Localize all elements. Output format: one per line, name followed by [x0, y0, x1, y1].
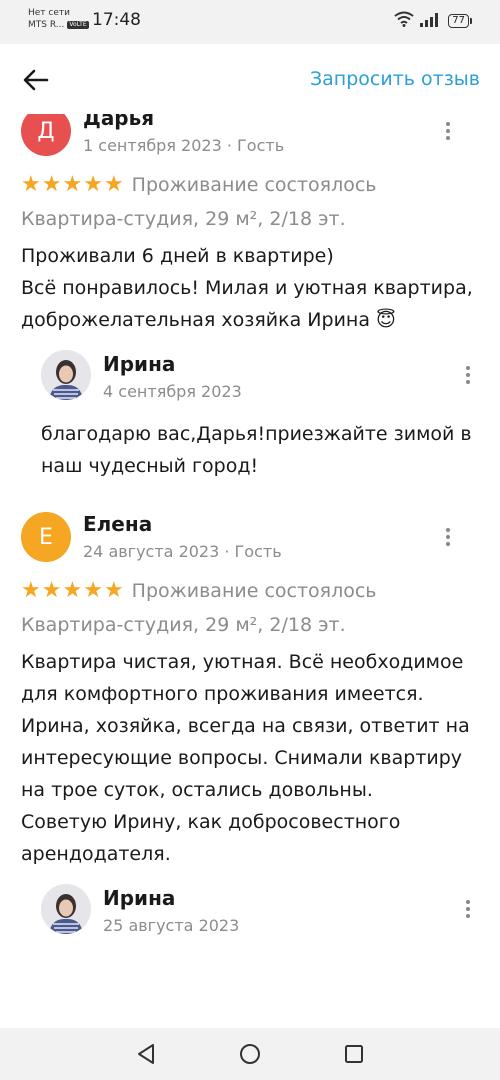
status-bar: Нет сети MTS R... VoLTE 17:48 77 — [0, 0, 500, 44]
system-nav-bar — [0, 1028, 500, 1080]
reviewer-name: Елена — [83, 512, 153, 536]
review-card: Д Дарья 1 сентября 2023 · Гость ★ ★ ★ ★ … — [0, 114, 500, 482]
avatar — [41, 884, 91, 934]
star-icon: ★ — [83, 578, 103, 603]
star-icon: ★ — [103, 172, 124, 197]
star-icon: ★ — [103, 578, 124, 603]
listing-info: Квартира-студия, 29 м², 2/18 эт. — [21, 614, 346, 636]
avatar: Е — [21, 512, 71, 562]
star-icon: ★ — [41, 172, 62, 197]
carrier-info: Нет сети MTS R... VoLTE — [28, 7, 89, 31]
star-icon: ★ — [21, 172, 41, 197]
reply-author: Ирина — [103, 886, 176, 910]
review-text: Проживали 6 дней в квартире) Всё понрави… — [21, 245, 473, 331]
clock: 17:48 — [92, 10, 141, 30]
avatar — [41, 350, 91, 400]
star-icon: ★ — [21, 578, 41, 603]
more-options-icon[interactable] — [456, 894, 480, 924]
review-text: Квартира чистая, уютная. Всё необходимое… — [21, 651, 470, 865]
star-icon: ★ — [62, 578, 83, 603]
wifi-icon — [394, 11, 414, 31]
carrier-line1: Нет сети — [28, 8, 70, 18]
circle-home-icon[interactable] — [238, 1042, 262, 1066]
rating-stars: ★ ★ ★ ★ ★ — [21, 580, 124, 602]
triangle-back-icon[interactable] — [134, 1042, 158, 1066]
more-options-icon[interactable] — [436, 116, 460, 146]
reply-date: 25 августа 2023 — [103, 916, 240, 935]
battery-level: 77 — [448, 14, 469, 28]
star-icon: ★ — [41, 578, 62, 603]
review-meta: 1 сентября 2023 · Гость — [83, 136, 285, 155]
review-card: Е Елена 24 августа 2023 · Гость ★ ★ ★ ★ … — [0, 512, 500, 944]
stay-status: Проживание состоялось — [131, 174, 377, 196]
more-options-icon[interactable] — [456, 360, 480, 390]
battery-icon: 77 — [448, 14, 472, 28]
request-review-button[interactable]: Запросить отзыв — [310, 68, 480, 90]
app-bar: Запросить отзыв — [0, 44, 500, 114]
star-icon: ★ — [83, 172, 103, 197]
arrow-left-icon[interactable] — [20, 64, 52, 96]
reviewer-name: Дарья — [83, 114, 155, 130]
reply-author: Ирина — [103, 352, 176, 376]
carrier-line2: MTS R... — [28, 20, 65, 30]
avatar: Д — [21, 114, 71, 156]
stay-status: Проживание состоялось — [131, 580, 377, 602]
rating-stars: ★ ★ ★ ★ ★ — [21, 174, 124, 196]
host-reply: Ирина 25 августа 2023 — [41, 884, 480, 944]
review-meta: 24 августа 2023 · Гость — [83, 542, 282, 561]
reviews-list[interactable]: Д Дарья 1 сентября 2023 · Гость ★ ★ ★ ★ … — [0, 114, 500, 1028]
reply-date: 4 сентября 2023 — [103, 382, 242, 401]
more-options-icon[interactable] — [436, 522, 460, 552]
reply-text: благодарю вас,Дарья!приезжайте зимой в н… — [41, 423, 472, 477]
volte-badge: VoLTE — [67, 21, 89, 29]
square-recents-icon[interactable] — [342, 1042, 366, 1066]
star-icon: ★ — [62, 172, 83, 197]
signal-icon — [420, 12, 442, 31]
host-reply: Ирина 4 сентября 2023 благодарю вас,Дарь… — [41, 350, 480, 482]
listing-info: Квартира-студия, 29 м², 2/18 эт. — [21, 208, 346, 230]
